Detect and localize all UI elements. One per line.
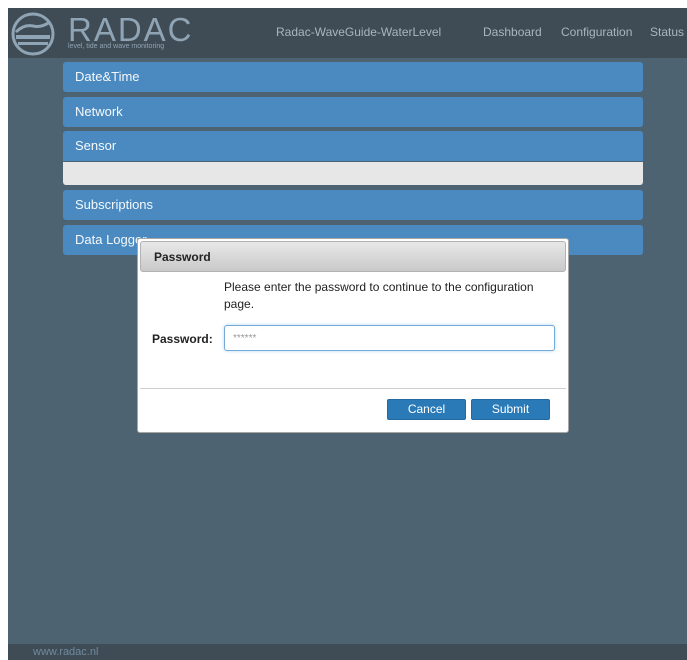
panel-header-datetime[interactable]: Date&Time xyxy=(63,62,643,92)
submit-button[interactable]: Submit xyxy=(471,399,550,420)
brand-tagline: level, tide and wave monitoring xyxy=(68,43,165,50)
footer-website-link[interactable]: www.radac.nl xyxy=(33,646,98,659)
top-navbar: RADAC level, tide and wave monitoring Ra… xyxy=(8,8,687,58)
nav-status-link[interactable]: Status xyxy=(650,24,684,40)
panel-body-sensor xyxy=(63,162,643,185)
nav-dashboard-link[interactable]: Dashboard xyxy=(483,24,542,40)
cancel-button[interactable]: Cancel xyxy=(387,399,466,420)
password-label: Password: xyxy=(152,332,213,346)
panel-header-sensor[interactable]: Sensor xyxy=(63,131,643,161)
device-title: Radac-WaveGuide-WaterLevel xyxy=(276,25,442,39)
radac-logo-icon xyxy=(11,12,55,56)
panel-header-network[interactable]: Network xyxy=(63,97,643,127)
password-input[interactable] xyxy=(224,325,555,351)
nav-configuration-link[interactable]: Configuration xyxy=(561,24,632,40)
dialog-divider xyxy=(140,388,566,389)
dialog-header: Password xyxy=(140,241,566,272)
panel-header-subscriptions[interactable]: Subscriptions xyxy=(63,190,643,220)
footer-bar: www.radac.nl xyxy=(8,644,687,660)
password-dialog: Password Please enter the password to co… xyxy=(137,238,569,433)
dialog-title: Password xyxy=(154,250,211,264)
dialog-message: Please enter the password to continue to… xyxy=(224,280,534,311)
